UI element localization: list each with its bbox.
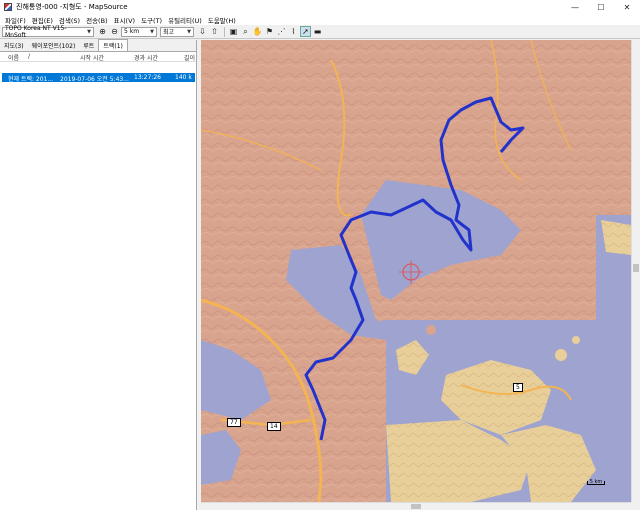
toolbar-divider — [224, 26, 225, 37]
tab-routes[interactable]: 루트 — [79, 40, 98, 51]
detail-select[interactable]: 최고 ▼ — [160, 26, 194, 37]
zoom-in-icon[interactable]: ⊕ — [97, 26, 108, 37]
close-button[interactable]: ✕ — [614, 0, 640, 14]
map-scale-bar: 5 km — [587, 480, 605, 485]
menu-bar: 파일(F) 편집(E) 검색(S) 전송(B) 표시(V) 도구(T) 유틸리티… — [0, 14, 640, 25]
table-row[interactable]: 현재 트랙: 201... 2019-07-06 오전 5:43... 13:2… — [2, 73, 195, 83]
tab-tracks[interactable]: 트랙(1) — [98, 39, 128, 51]
zoom-scale-select[interactable]: 5 km ▼ — [121, 26, 157, 37]
column-length[interactable]: 길이 — [184, 53, 195, 62]
mapsource-window: 진해통영-000 -지형도 - MapSource — ☐ ✕ 파일(F) 편집… — [0, 0, 640, 510]
road-shield-77: 77 — [227, 418, 241, 427]
chevron-down-icon: ▼ — [87, 28, 91, 35]
app-icon — [4, 3, 12, 11]
road-shield-5: 5 — [513, 383, 523, 392]
track-start-time: 2019-07-06 오전 5:43... — [60, 76, 129, 83]
tab-maps[interactable]: 지도(3) — [0, 40, 28, 51]
tab-waypoints[interactable]: 웨이포인트(102) — [28, 40, 80, 51]
track-length: 140 k — [175, 74, 192, 81]
receive-from-device-icon[interactable]: ⇩ — [197, 26, 208, 37]
zoom-out-icon[interactable]: ⊖ — [109, 26, 120, 37]
map-horizontal-scrollbar[interactable] — [201, 502, 631, 510]
column-start-time[interactable]: 시작 시간 — [80, 53, 104, 62]
maximize-button[interactable]: ☐ — [588, 0, 614, 14]
menu-help[interactable]: 도움말(H) — [205, 15, 239, 25]
road-shield-14: 14 — [267, 422, 281, 431]
track-tool-icon[interactable]: ⌇ — [288, 26, 299, 37]
toolbar: TOPO Korea NT V15-MnSoft ▼ ⊕ ⊖ 5 km ▼ 최고… — [0, 25, 640, 39]
menu-tools[interactable]: 도구(T) — [138, 15, 165, 25]
chevron-down-icon: ▼ — [187, 28, 191, 35]
menu-utilities[interactable]: 유틸리티(U) — [165, 15, 205, 25]
measure-tool-icon[interactable]: ▬ — [312, 26, 323, 37]
window-controls: — ☐ ✕ — [562, 0, 640, 14]
menu-file[interactable]: 파일(F) — [2, 15, 29, 25]
menu-transfer[interactable]: 전송(B) — [83, 15, 111, 25]
map-product-select[interactable]: TOPO Korea NT V15-MnSoft ▼ — [2, 24, 94, 39]
vertical-scroll-thumb[interactable] — [633, 264, 639, 272]
menu-edit[interactable]: 편집(E) — [29, 15, 56, 25]
menu-view[interactable]: 표시(V) — [111, 15, 138, 25]
hand-tool-icon[interactable]: ✋ — [252, 26, 263, 37]
route-tool-icon[interactable]: ⋰ — [276, 26, 287, 37]
map-vertical-scrollbar[interactable] — [631, 40, 640, 502]
column-name[interactable]: 이름 — [8, 53, 19, 62]
send-to-device-icon[interactable]: ⇧ — [209, 26, 220, 37]
map-product-value: TOPO Korea NT V15-MnSoft — [5, 24, 67, 39]
detail-value: 최고 — [163, 29, 175, 36]
zoom-tool-icon[interactable]: ⌕ — [240, 26, 251, 37]
track-list-header: 이름 / 시작 시간 경과 시간 길이 — [0, 52, 196, 62]
zoom-scale-value: 5 km — [124, 28, 140, 35]
map-view[interactable]: 77 14 5 5 km — [201, 40, 631, 502]
horizontal-scroll-thumb[interactable] — [411, 504, 421, 509]
select-tool-icon[interactable]: ➚ — [300, 26, 311, 37]
sort-indicator-icon: / — [28, 53, 31, 60]
waypoint-tool-icon[interactable]: ⚑ — [264, 26, 275, 37]
title-bar: 진해통영-000 -지형도 - MapSource — ☐ ✕ — [0, 0, 640, 14]
data-panel: 지도(3) 웨이포인트(102) 루트 트랙(1) 이름 / 시작 시간 경과 … — [0, 39, 197, 510]
map-tool-icon[interactable]: ▣ — [228, 26, 239, 37]
track-name: 현재 트랙: 201... — [8, 76, 54, 83]
track-elapsed-time: 13:27:26 — [134, 74, 161, 81]
window-title: 진해통영-000 -지형도 - MapSource — [16, 3, 128, 11]
menu-search[interactable]: 검색(S) — [56, 15, 83, 25]
map-canvas — [201, 40, 631, 502]
minimize-button[interactable]: — — [562, 0, 588, 14]
column-elapsed-time[interactable]: 경과 시간 — [134, 53, 158, 62]
panel-tabs: 지도(3) 웨이포인트(102) 루트 트랙(1) — [0, 39, 196, 52]
chevron-down-icon: ▼ — [150, 28, 154, 35]
